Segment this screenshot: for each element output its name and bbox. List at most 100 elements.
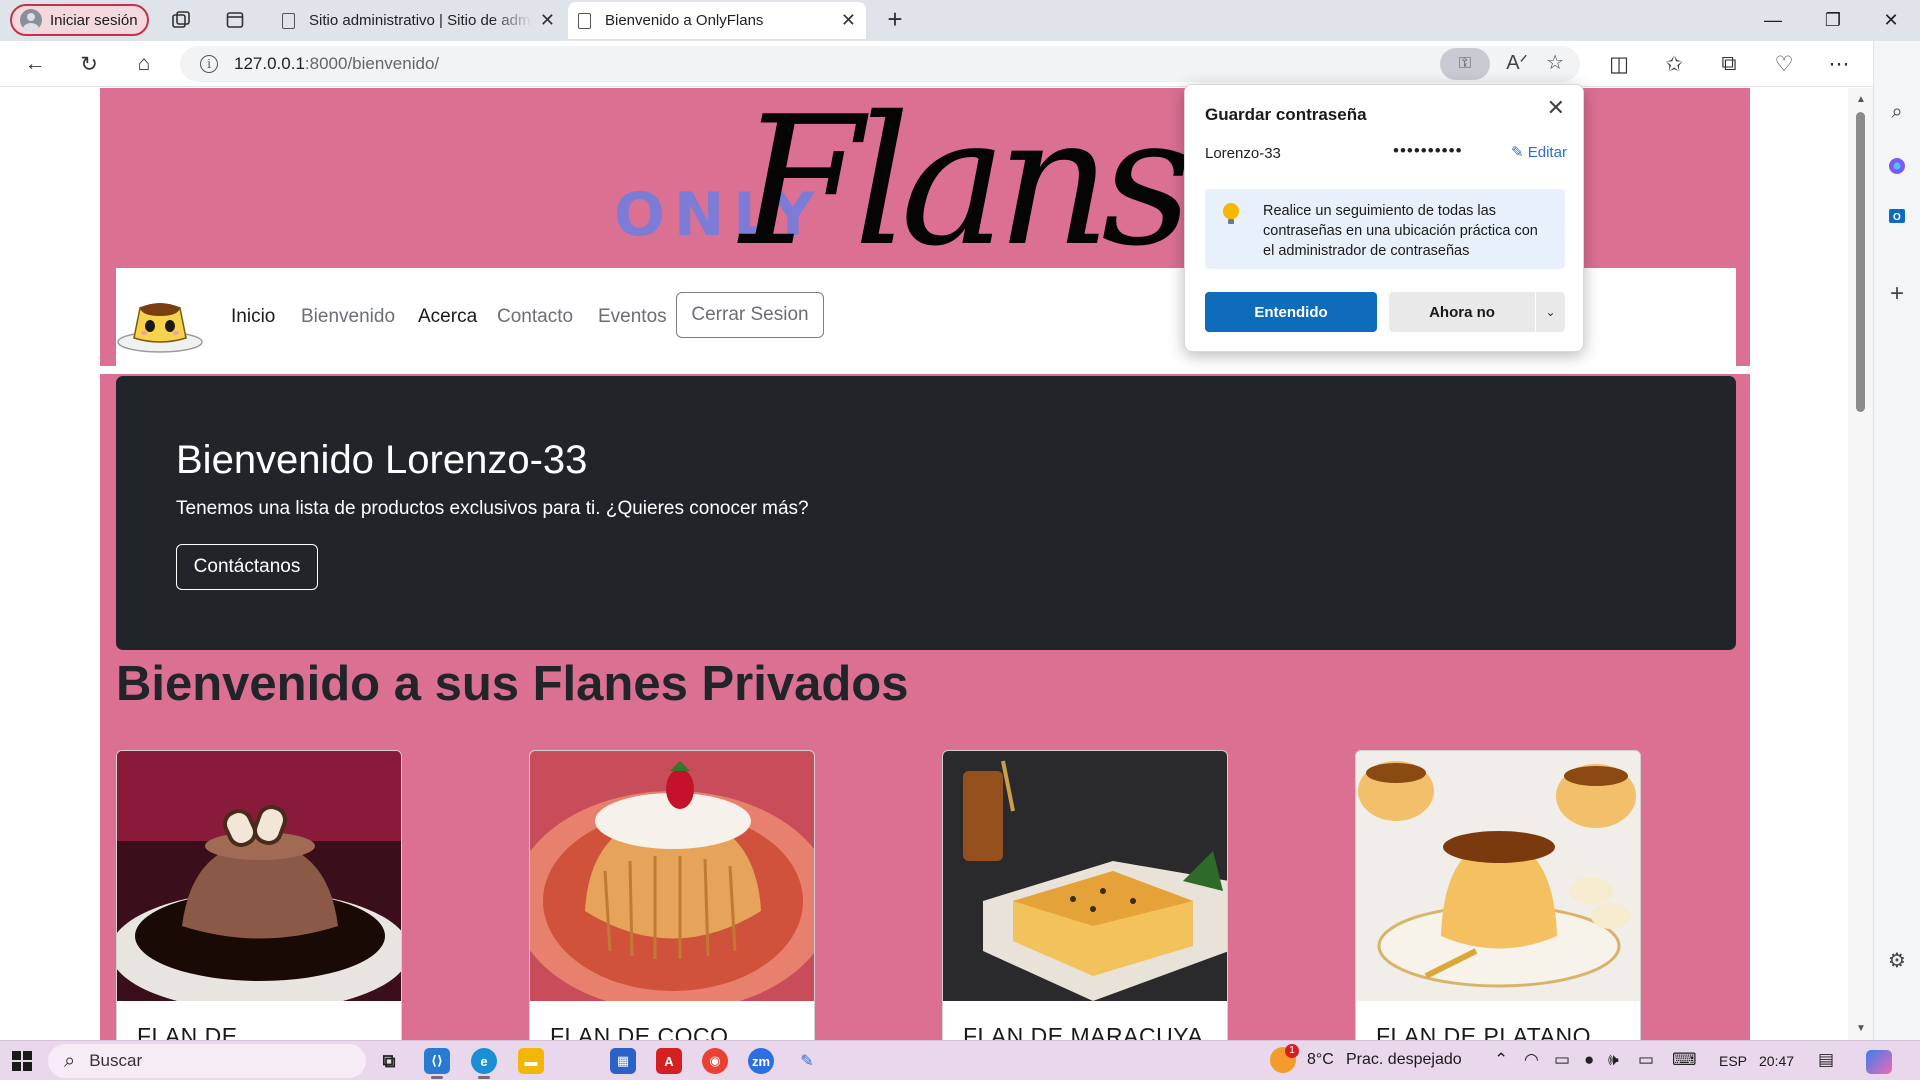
running-indicator: [478, 1076, 490, 1079]
url-path: :8000/bienvenido/: [304, 54, 440, 73]
meet-now-icon[interactable]: ▭: [1554, 1050, 1570, 1070]
search-icon[interactable]: ⌕: [1882, 97, 1912, 127]
taskbar-search[interactable]: ⌕ Buscar: [48, 1044, 366, 1078]
close-tab-icon[interactable]: ✕: [540, 10, 555, 31]
tab-actions-icon[interactable]: [220, 6, 250, 34]
not-now-button[interactable]: Ahora no: [1389, 292, 1535, 332]
flan-coco-image: [530, 751, 814, 1001]
scroll-thumb[interactable]: [1856, 112, 1865, 412]
favorites-icon[interactable]: ✩: [1657, 49, 1691, 79]
collections-icon[interactable]: ⧉: [1712, 49, 1746, 79]
workspaces-icon[interactable]: [166, 6, 196, 34]
scroll-down-icon[interactable]: ▼: [1856, 1023, 1866, 1034]
acrobat-icon[interactable]: A: [656, 1048, 682, 1074]
card-title: FLAN DE MARACUYA: [963, 1023, 1204, 1040]
back-icon[interactable]: ←: [18, 49, 52, 79]
lightbulb-icon: [1223, 203, 1239, 224]
username-value: Lorenzo-33: [1205, 145, 1281, 162]
network-icon[interactable]: ◠: [1524, 1050, 1539, 1070]
edge-sidebar: ⌕ O + ⚙: [1873, 41, 1920, 1040]
file-explorer-icon[interactable]: ▬: [518, 1048, 544, 1074]
password-tip: Realice un seguimiento de todas las cont…: [1205, 189, 1565, 269]
edit-link[interactable]: ✎ Editar: [1511, 143, 1571, 161]
windows-taskbar: ⌕ Buscar ⧉ ⟨⟩ e ▬ ▦ A ◉ zm ✎ 1 8°C Prac.…: [0, 1040, 1920, 1080]
split-screen-icon[interactable]: ◫: [1602, 49, 1636, 79]
settings-gear-icon[interactable]: ⚙: [1882, 945, 1912, 975]
search-placeholder: Buscar: [89, 1051, 143, 1070]
nav-inicio[interactable]: Inicio: [231, 306, 275, 328]
copilot-apps-icon[interactable]: [1882, 151, 1912, 181]
logout-button[interactable]: Cerrar Sesion: [676, 292, 824, 338]
product-card[interactable]: FLAN DE MARACUYA: [942, 750, 1228, 1040]
card-title: FLAN DE COCO: [550, 1023, 729, 1040]
understood-button[interactable]: Entendido: [1205, 292, 1377, 332]
tip-text: Realice un seguimiento de todas las cont…: [1263, 203, 1538, 259]
more-options-icon[interactable]: ⋯: [1822, 49, 1856, 79]
paint-icon[interactable]: ✎: [794, 1048, 820, 1074]
nav-acerca[interactable]: Acerca: [418, 306, 477, 328]
product-card[interactable]: FLAN DE PLATANO: [1355, 750, 1641, 1040]
browser-toolbar: ← ↻ ⌂ i 127.0.0.1:8000/bienvenido/ ⚿ Aᐟ …: [0, 41, 1920, 87]
site-info-icon[interactable]: i: [200, 55, 218, 73]
pencil-icon: ✎: [1511, 144, 1528, 161]
weather-desc[interactable]: Prac. despejado: [1346, 1051, 1462, 1069]
password-mask: ••••••••••: [1393, 141, 1463, 160]
url-host: 127.0.0.1: [234, 54, 305, 73]
hero-title: Bienvenido Lorenzo-33: [176, 438, 588, 482]
home-icon[interactable]: ⌂: [127, 49, 161, 79]
store-icon[interactable]: ▦: [610, 1048, 636, 1074]
chevron-up-icon[interactable]: ⌃: [1494, 1050, 1508, 1070]
minimize-icon[interactable]: —: [1748, 4, 1798, 36]
language-indicator[interactable]: ESP: [1719, 1053, 1747, 1069]
edge-icon[interactable]: e: [471, 1048, 497, 1074]
outlook-icon[interactable]: O: [1882, 201, 1912, 231]
profile-button[interactable]: Iniciar sesión: [10, 4, 149, 36]
favorite-star-icon[interactable]: ☆: [1546, 50, 1564, 75]
vscode-icon[interactable]: ⟨⟩: [424, 1048, 450, 1074]
svg-text:O: O: [1893, 212, 1901, 223]
chevron-down-icon[interactable]: ⌄: [1536, 292, 1565, 332]
contact-button[interactable]: Contáctanos: [176, 544, 318, 590]
save-password-dialog: Guardar contraseña ✕ Lorenzo-33 ••••••••…: [1184, 84, 1584, 352]
notifications-icon[interactable]: ▤: [1818, 1050, 1834, 1070]
chrome-icon[interactable]: ◉: [702, 1048, 728, 1074]
welcome-hero: Bienvenido Lorenzo-33 Tenemos una lista …: [116, 376, 1736, 650]
copilot-taskbar-icon[interactable]: [1866, 1050, 1892, 1074]
read-aloud-icon[interactable]: Aᐟ: [1506, 50, 1528, 75]
close-window-icon[interactable]: ✕: [1866, 4, 1916, 36]
clock[interactable]: 20:47: [1759, 1053, 1794, 1069]
close-tab-icon[interactable]: ✕: [841, 10, 856, 31]
microphone-icon[interactable]: ●: [1584, 1050, 1594, 1070]
tab-admin[interactable]: Sitio administrativo | Sitio de administ…: [272, 2, 565, 39]
edit-label: Editar: [1527, 144, 1567, 161]
add-sidebar-app-icon[interactable]: +: [1882, 279, 1912, 309]
scroll-up-icon[interactable]: ▲: [1856, 94, 1866, 105]
tab-title: Sitio administrativo | Sitio de administ…: [309, 12, 532, 29]
product-card[interactable]: FLAN DE COCO: [529, 750, 815, 1040]
new-tab-icon[interactable]: +: [880, 4, 910, 35]
weather-temp[interactable]: 8°C: [1307, 1051, 1334, 1069]
page-scrollbar[interactable]: ▲ ▼: [1848, 88, 1873, 1040]
zoom-icon[interactable]: zm: [748, 1048, 774, 1074]
refresh-icon[interactable]: ↻: [72, 49, 106, 79]
task-view-icon[interactable]: ⧉: [376, 1048, 402, 1074]
card-title: FLAN DE PLATANO: [1376, 1023, 1591, 1040]
flan-logo-icon[interactable]: [116, 288, 204, 354]
tab-onlyflans[interactable]: Bienvenido a OnlyFlans ✕: [568, 2, 866, 39]
nav-eventos[interactable]: Eventos: [598, 306, 667, 328]
nav-bienvenido[interactable]: Bienvenido: [301, 306, 395, 328]
card-title: FLAN DE: [137, 1023, 238, 1040]
logo-flans-text: Flans: [740, 88, 1193, 285]
volume-icon[interactable]: 🕪: [1608, 1050, 1619, 1070]
address-bar[interactable]: i 127.0.0.1:8000/bienvenido/ ⚿ Aᐟ ☆: [180, 46, 1580, 82]
keyboard-icon[interactable]: ⌨: [1672, 1050, 1697, 1070]
nav-contacto[interactable]: Contacto: [497, 306, 573, 328]
battery-icon[interactable]: ▭: [1638, 1050, 1654, 1070]
close-icon[interactable]: ✕: [1547, 95, 1565, 121]
password-key-icon[interactable]: ⚿: [1440, 48, 1490, 80]
browser-essentials-icon[interactable]: ♡: [1767, 49, 1801, 79]
flan-maracuya-image: [943, 751, 1227, 1001]
windows-start-icon[interactable]: [12, 1051, 32, 1071]
product-card[interactable]: FLAN DE: [116, 750, 402, 1040]
restore-icon[interactable]: ❐: [1808, 4, 1858, 36]
